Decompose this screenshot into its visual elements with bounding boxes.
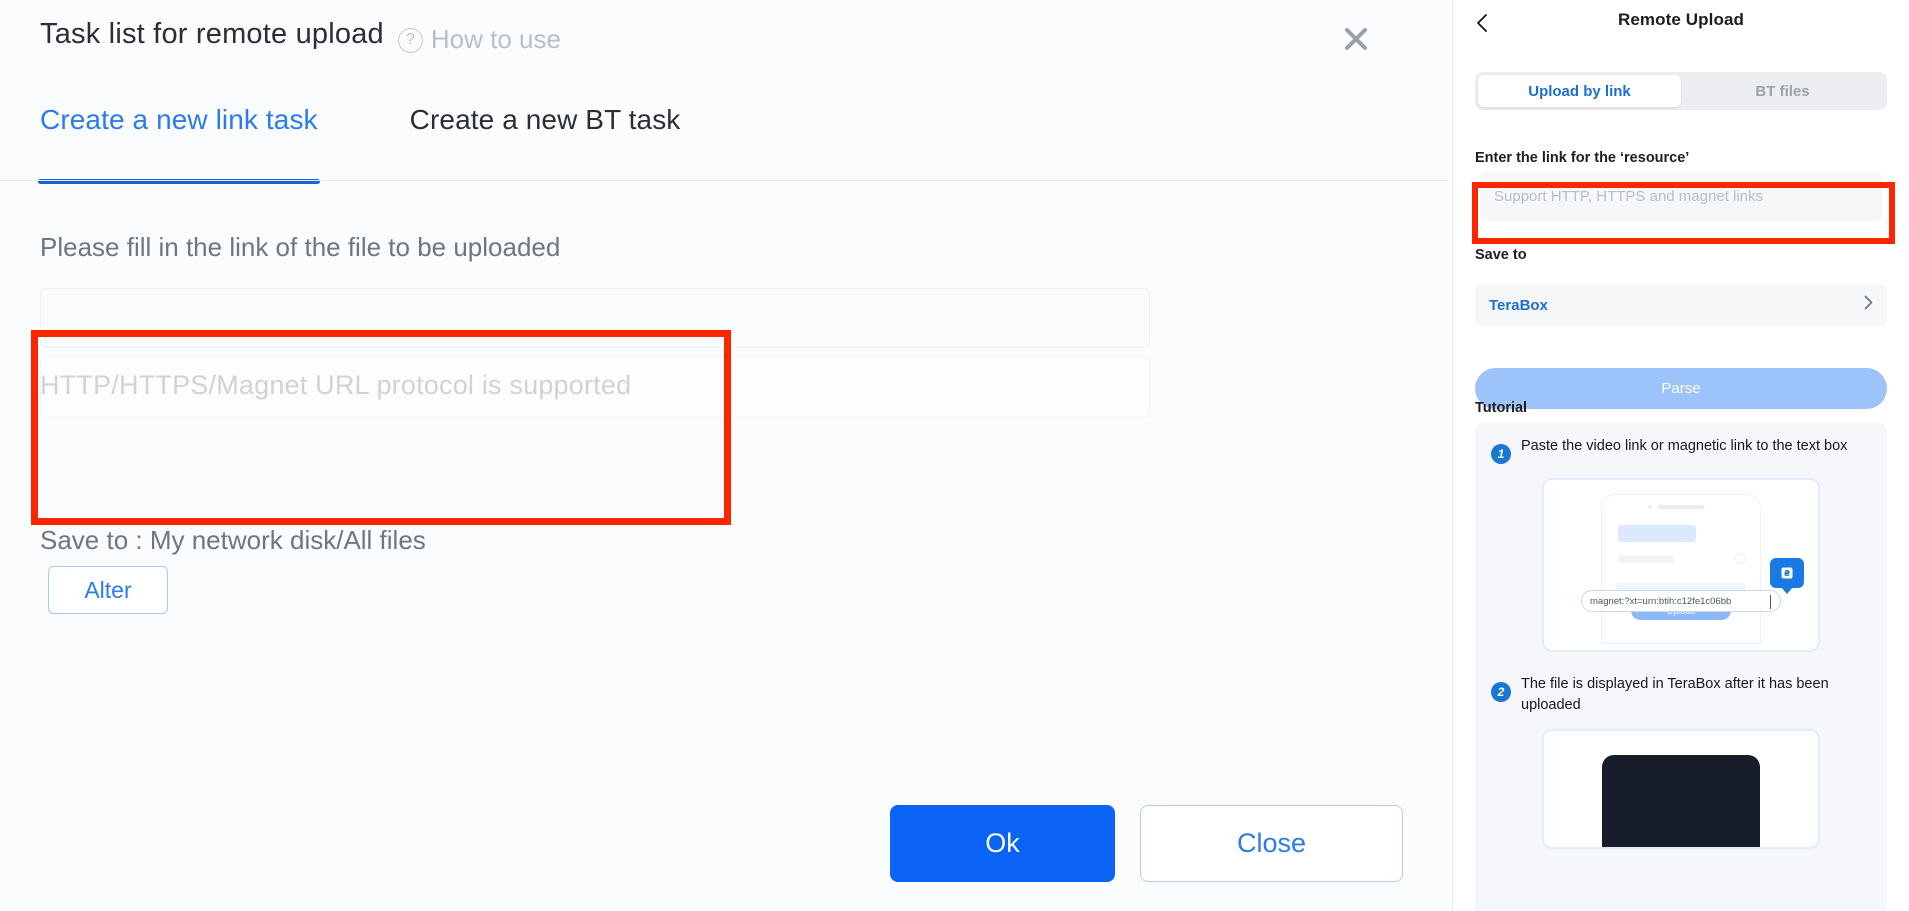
close-icon[interactable] (1334, 17, 1378, 61)
panel-link-input[interactable]: Support HTTP, HTTPS and magnet links (1480, 172, 1882, 221)
illustration-device-dark (1602, 755, 1760, 848)
step-text: The file is displayed in TeraBox after i… (1521, 676, 1829, 713)
illustration-field-bar (1618, 525, 1696, 542)
close-button[interactable]: Close (1140, 805, 1403, 882)
fill-link-label: Please fill in the link of the file to b… (40, 232, 561, 262)
dialog-header: Task list for remote upload ? How to use (40, 18, 561, 55)
tutorial-step-2: 2 The file is displayed in TeraBox after… (1491, 674, 1871, 715)
panel-header: Remote Upload (1453, 0, 1909, 50)
how-to-use-label: How to use (430, 23, 561, 54)
link-input-placeholder: HTTP/HTTPS/Magnet URL protocol is suppor… (40, 370, 632, 400)
illustration-caret (1770, 595, 1771, 609)
tab-bt-files[interactable]: BT files (1681, 75, 1884, 107)
tutorial-card: 1 Paste the video link or magnetic link … (1475, 422, 1887, 911)
step-number-badge: 1 (1491, 444, 1511, 464)
tutorial-label: Tutorial (1475, 400, 1528, 416)
ok-button[interactable]: Ok (890, 805, 1115, 882)
save-to-label: Save to (1475, 247, 1527, 263)
tab-create-link-task[interactable]: Create a new link task (38, 104, 320, 184)
illustration-phone-frame: Upload (1601, 494, 1761, 644)
panel-link-placeholder: Support HTTP, HTTPS and magnet links (1494, 188, 1764, 205)
step-text: Paste the video link or magnetic link to… (1521, 438, 1848, 454)
illustration-magnet-text: magnet:?xt=urn:btih:c12fe1c06bb (1590, 595, 1732, 607)
tutorial-illustration-1: Upload magnet:?xt=urn:btih:c12fe1c06bb M… (1542, 478, 1820, 652)
link-input-row-top[interactable] (40, 288, 1150, 348)
save-to-value: TeraBox (1489, 296, 1548, 314)
tab-upload-by-link[interactable]: Upload by link (1478, 75, 1681, 107)
tabs-divider (0, 180, 1450, 181)
how-to-use-link[interactable]: ? How to use (397, 23, 561, 55)
save-to-path-text: Save to : My network disk/All files (40, 525, 426, 555)
task-list-dialog: Task list for remote upload ? How to use… (0, 0, 1450, 911)
dialog-tabs: Create a new link task Create a new BT t… (38, 104, 681, 184)
panel-segmented-control: Upload by link BT files (1475, 72, 1887, 110)
illustration-notch (1658, 505, 1704, 509)
panel-title: Remote Upload (1618, 10, 1744, 29)
tutorial-step-1: 1 Paste the video link or magnetic link … (1491, 436, 1871, 464)
dialog-title: Task list for remote upload (40, 18, 384, 50)
illustration-circle (1735, 553, 1746, 564)
link-chip-icon (1770, 558, 1804, 594)
tutorial-illustration-2 (1542, 729, 1820, 850)
screen: Task list for remote upload ? How to use… (0, 0, 1909, 911)
illustration-dot (1648, 505, 1652, 509)
illustration-hint-bar (1618, 555, 1674, 563)
tab-create-bt-task[interactable]: Create a new BT task (410, 104, 681, 144)
question-circle-icon: ? (397, 27, 423, 53)
remote-upload-panel: Remote Upload Upload by link BT files En… (1452, 0, 1909, 911)
illustration-magnet-input: magnet:?xt=urn:btih:c12fe1c06bb (1581, 590, 1781, 612)
step-number-badge: 2 (1491, 682, 1511, 702)
save-to-selector[interactable]: TeraBox (1475, 284, 1887, 326)
chevron-right-icon (1864, 295, 1873, 315)
parse-button[interactable]: Parse (1475, 368, 1887, 409)
enter-link-label: Enter the link for the ‘resource’ (1475, 150, 1690, 166)
alter-button[interactable]: Alter (48, 566, 168, 614)
